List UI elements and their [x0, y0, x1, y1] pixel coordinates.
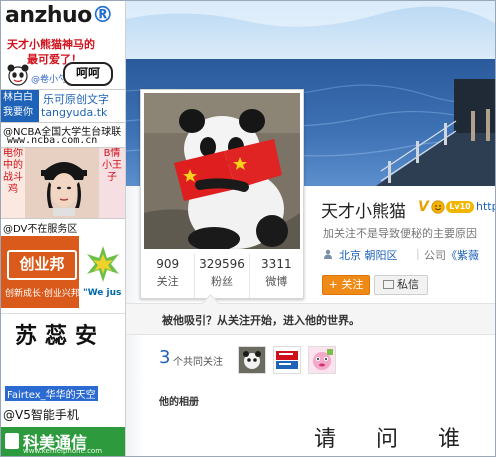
v5-text: @V5智能手机: [3, 408, 79, 422]
panda-ad-line1: 天才小熊猫神马的: [7, 38, 95, 51]
stat-following-count: 909: [156, 257, 180, 271]
stat-following[interactable]: 909 关注: [141, 254, 196, 298]
message-button[interactable]: 私信: [374, 275, 428, 295]
fairtex-ad[interactable]: Fairtex_华华的天空: [1, 385, 125, 403]
stat-posts-count: 3311: [261, 257, 292, 271]
portrait-icon: [39, 154, 89, 216]
album-caption: 请问谁: [314, 427, 495, 452]
profile-stats: 909 关注 329596 粉丝 3311 微博: [141, 254, 303, 298]
cartoon-avatar-icon: [309, 347, 335, 373]
tangyuda-ad-line1: 乐可原创文字: [43, 93, 109, 106]
profile-company: 公司《紫薇: [424, 247, 479, 263]
common-follow-avatar[interactable]: [238, 346, 266, 374]
tangyuda-ad[interactable]: 林白白 我要你 乐可原创文字 tangyuda.tk: [1, 90, 125, 123]
anzhuo-logo-ad[interactable]: anzhuo®: [1, 1, 125, 33]
mj-ad-right-text: B情小王子: [99, 148, 125, 218]
browser-frame: anzhuo® 天才小熊猫神马的 最可爱了！ @卷小勺 @三分毒 呵呵 林白白 …: [0, 0, 496, 457]
dv-ad-line1: @DV不在服务区: [3, 224, 78, 235]
level-badge[interactable]: Lv10: [446, 201, 474, 213]
mail-icon: [383, 280, 394, 289]
we-just-ad[interactable]: "We jus: [81, 236, 125, 308]
stat-posts-label: 微博: [265, 275, 288, 288]
profile-url[interactable]: http: [476, 200, 495, 213]
stat-followers[interactable]: 329596 粉丝: [195, 254, 250, 298]
stat-following-label: 关注: [156, 275, 179, 288]
ncba-ad-line2: www.ncba.com.cn: [7, 135, 98, 146]
cyzone-logo: 创业邦: [7, 250, 77, 280]
speech-bubble: 呵呵: [63, 62, 113, 86]
person-icon: [324, 249, 332, 259]
avatar-card[interactable]: 909 关注 329596 粉丝 3311 微博: [140, 89, 304, 299]
panda-avatar-icon: [239, 347, 265, 373]
cyzone-tagline: 创新成长·创业兴邦: [5, 289, 79, 299]
attract-banner: 被他吸引？从关注开始，进入他的世界。: [126, 294, 495, 335]
stat-posts[interactable]: 3311 微博: [250, 254, 303, 298]
common-follow-label: 个共同关注: [173, 357, 223, 368]
profile-main: 909 关注 329596 粉丝 3311 微博 天才小熊猫 V Lv10 ht…: [126, 1, 495, 456]
kemei-ad[interactable]: 科美通信 www.kemeiphone.com: [1, 427, 125, 456]
v5-ad[interactable]: @V5智能手机: [1, 404, 125, 426]
info-separator: |: [416, 247, 420, 260]
suruian-text: 苏蕊安: [15, 323, 106, 349]
profile-location[interactable]: 北京 朝阳区: [339, 247, 398, 263]
verified-badge[interactable]: V: [418, 199, 429, 215]
starburst-icon: [87, 246, 119, 282]
suruian-ad[interactable]: 苏蕊安: [1, 313, 125, 352]
stat-followers-label: 粉丝: [210, 275, 233, 288]
cyzone-ad[interactable]: 创业邦 创新成长·创业兴邦: [1, 236, 79, 308]
kemei-url: www.kemeiphone.com: [23, 447, 103, 455]
panda-sticker-icon: [7, 64, 29, 86]
attract-text: 被他吸引？从关注开始，进入他的世界。: [162, 314, 360, 327]
stat-followers-count: 329596: [199, 257, 245, 271]
common-follow-avatar[interactable]: [308, 346, 336, 374]
common-follow-avatar[interactable]: [273, 346, 301, 374]
fairtex-text: Fairtex_华华的天空: [5, 386, 98, 401]
profile-name: 天才小熊猫: [321, 202, 406, 222]
we-just-text: "We jus: [83, 288, 122, 298]
company-prefix: 公司: [424, 249, 446, 262]
message-button-label: 私信: [397, 278, 419, 291]
ncba-ad[interactable]: @NCBA全国大学生台球联 www.ncba.com.cn: [1, 123, 125, 148]
panda-ad[interactable]: 天才小熊猫神马的 最可爱了！ @卷小勺 @三分毒 呵呵: [1, 34, 125, 90]
tangyuda-ad-block: 林白白 我要你: [1, 90, 39, 122]
follow-button[interactable]: + 关注: [322, 275, 370, 295]
phone-icon: [5, 433, 19, 449]
anzhuo-logo: anzhuo®: [5, 3, 114, 28]
logo-text: anzhuo: [5, 3, 92, 28]
common-follow-count[interactable]: 3: [159, 347, 170, 368]
panda-avatar-image: [144, 93, 300, 249]
album-title: 他的相册: [159, 397, 199, 408]
dv-ad[interactable]: @DV不在服务区: [1, 219, 125, 235]
profile-bio: 加关注不是导致便秘的主要原因: [323, 227, 477, 240]
company-link[interactable]: 《紫薇: [446, 249, 479, 262]
avatar[interactable]: [144, 93, 300, 249]
mj-ad[interactable]: 电你中的战斗鸡 B情小王子: [1, 148, 125, 219]
ad-sidebar: anzhuo® 天才小熊猫神马的 最可爱了！ @卷小勺 @三分毒 呵呵 林白白 …: [1, 1, 126, 456]
smiley-icon[interactable]: [431, 200, 445, 214]
mj-ad-left-text: 电你中的战斗鸡: [1, 148, 25, 218]
logo-mark: ®: [91, 3, 114, 28]
tangyuda-ad-line2: tangyuda.tk: [41, 106, 108, 119]
news-logo-icon: [274, 347, 300, 373]
